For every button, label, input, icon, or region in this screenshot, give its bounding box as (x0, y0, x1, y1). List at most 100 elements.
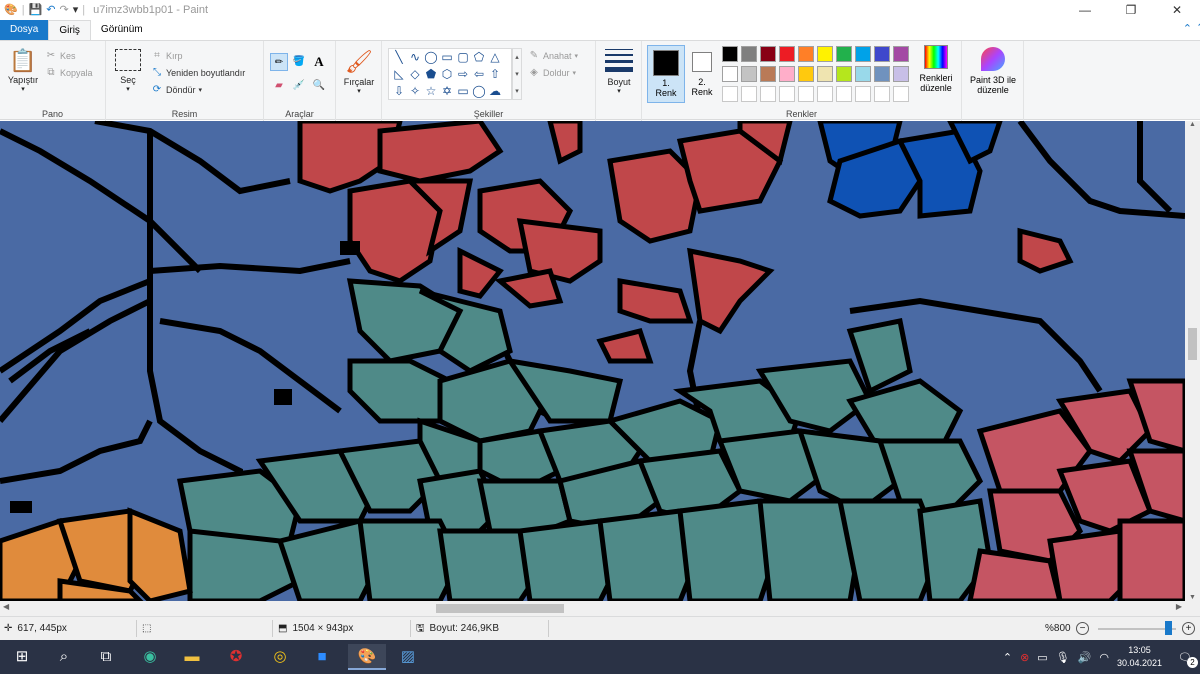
palette-color-swatch[interactable] (836, 46, 852, 62)
oval-shape-icon[interactable]: ◯ (423, 49, 439, 66)
search-icon[interactable]: ⌕ (50, 644, 78, 670)
palette-color-swatch[interactable] (741, 46, 757, 62)
color2-button[interactable]: 2. Renk (687, 45, 717, 103)
microphone-icon[interactable]: 🎙 (1056, 651, 1070, 664)
tab-home[interactable]: Giriş (48, 20, 91, 40)
custom-color-slot[interactable] (836, 86, 852, 102)
drawing-canvas[interactable] (0, 121, 1185, 601)
palette-color-swatch[interactable] (779, 66, 795, 82)
size-button[interactable]: Boyut ▾ (602, 49, 636, 95)
chrome-icon[interactable]: ◎ (266, 644, 294, 670)
scroll-up-icon[interactable]: ▲ (1185, 121, 1200, 128)
show-hidden-icons-chevron-icon[interactable]: ⌃ (1003, 651, 1012, 664)
fill-button[interactable]: ◈ Doldur ▾ (528, 64, 578, 81)
palette-color-swatch[interactable] (893, 46, 909, 62)
diamond-shape-icon[interactable]: ◇ (407, 66, 423, 83)
pencil-icon[interactable]: ✏ (270, 53, 288, 71)
paint-app-icon[interactable]: 🎨 (4, 3, 18, 17)
edge-browser-icon[interactable]: ◉ (136, 644, 164, 670)
save-icon[interactable]: 💾 (29, 3, 43, 17)
palette-color-swatch[interactable] (760, 66, 776, 82)
start-windows-icon[interactable]: ⊞ (8, 644, 36, 670)
antivirus-icon[interactable]: ⊗ (1020, 651, 1029, 664)
custom-color-slot[interactable] (760, 86, 776, 102)
scroll-left-icon[interactable]: ◀ (3, 602, 9, 611)
rounded-rectangle-shape-icon[interactable]: ▢ (455, 49, 471, 66)
collapse-ribbon-icon[interactable]: ⌃ (1183, 22, 1192, 35)
paste-button[interactable]: 📋 Yapıştır ▾ (4, 47, 42, 93)
edit-colors-button[interactable]: Renkleri düzenle (914, 45, 958, 93)
palette-color-swatch[interactable] (779, 46, 795, 62)
file-explorer-icon[interactable]: ▬ (178, 644, 206, 670)
edit-with-paint3d-button[interactable]: Paint 3D ile düzenle (964, 47, 1022, 95)
fill-bucket-icon[interactable]: 🪣 (290, 53, 308, 71)
custom-color-slot[interactable] (798, 86, 814, 102)
zoom-app-icon[interactable]: ■ (308, 644, 336, 670)
palette-color-swatch[interactable] (836, 66, 852, 82)
brushes-button[interactable]: 🖌 Fırçalar ▾ (340, 47, 378, 95)
color1-button[interactable]: 1. Renk (647, 45, 685, 103)
game-app-icon[interactable]: ✪ (222, 644, 250, 670)
custom-color-slot[interactable] (817, 86, 833, 102)
palette-color-swatch[interactable] (855, 66, 871, 82)
select-button[interactable]: Seç ▾ (112, 49, 144, 93)
palette-color-swatch[interactable] (722, 46, 738, 62)
customize-quick-access-icon[interactable]: ▾ (73, 3, 79, 17)
palette-color-swatch[interactable] (741, 66, 757, 82)
palette-color-swatch[interactable] (893, 66, 909, 82)
text-icon[interactable]: A (310, 53, 328, 71)
custom-color-slot[interactable] (722, 86, 738, 102)
eraser-icon[interactable]: ▰ (270, 77, 288, 95)
polygon-shape-icon[interactable]: ⬠ (471, 49, 487, 66)
photos-app-icon[interactable]: ▨ (394, 644, 422, 670)
magnifier-icon[interactable]: 🔍 (310, 77, 328, 95)
copy-button[interactable]: ⧉ Kopyala (45, 64, 92, 81)
palette-color-swatch[interactable] (798, 66, 814, 82)
cut-button[interactable]: ✂ Kes (45, 47, 93, 64)
rectangle-shape-icon[interactable]: ▭ (439, 49, 455, 66)
right-arrow-shape-icon[interactable]: ⇨ (455, 66, 471, 83)
close-button[interactable]: ✕ (1154, 0, 1200, 20)
palette-color-swatch[interactable] (817, 66, 833, 82)
custom-color-slot[interactable] (741, 86, 757, 102)
outline-button[interactable]: ✎ Anahat ▾ (528, 47, 578, 64)
palette-color-swatch[interactable] (798, 46, 814, 62)
scroll-down-icon[interactable]: ▼ (1185, 594, 1200, 601)
custom-color-slot[interactable] (855, 86, 871, 102)
rotate-button[interactable]: ⟳ Döndür ▾ (151, 81, 245, 98)
triangle-shape-icon[interactable]: △ (487, 49, 503, 66)
four-point-star-shape-icon[interactable]: ✧ (407, 83, 423, 100)
zoom-out-icon[interactable]: − (1076, 622, 1089, 635)
battery-icon[interactable]: ▭ (1037, 651, 1047, 664)
pixel-map-image[interactable] (0, 121, 1185, 601)
palette-color-swatch[interactable] (874, 66, 890, 82)
up-arrow-shape-icon[interactable]: ⇧ (487, 66, 503, 83)
palette-color-swatch[interactable] (817, 46, 833, 62)
volume-icon[interactable]: 🔊 (1078, 651, 1092, 664)
tab-view[interactable]: Görünüm (91, 20, 153, 40)
left-arrow-shape-icon[interactable]: ⇦ (471, 66, 487, 83)
palette-color-swatch[interactable] (874, 46, 890, 62)
custom-color-slot[interactable] (779, 86, 795, 102)
scroll-right-icon[interactable]: ▶ (1176, 602, 1182, 611)
palette-color-swatch[interactable] (855, 46, 871, 62)
palette-color-swatch[interactable] (760, 46, 776, 62)
zoom-in-icon[interactable]: + (1182, 622, 1195, 635)
five-point-star-shape-icon[interactable]: ☆ (423, 83, 439, 100)
resize-button[interactable]: ⤡ Yeniden boyutlandır (151, 64, 245, 81)
clock[interactable]: 13:05 30.04.2021 (1117, 644, 1162, 670)
task-view-icon[interactable]: ⧉ (92, 644, 120, 670)
color-picker-icon[interactable]: 💉 (290, 77, 308, 95)
custom-color-slot[interactable] (893, 86, 909, 102)
down-arrow-shape-icon[interactable]: ⇩ (391, 83, 407, 100)
vertical-scrollbar[interactable]: ▲ ▼ (1185, 121, 1200, 601)
horizontal-scrollbar[interactable]: ◀ ▶ (0, 601, 1185, 616)
undo-icon[interactable]: ↶ (46, 3, 55, 17)
right-triangle-shape-icon[interactable]: ◺ (391, 66, 407, 83)
palette-color-swatch[interactable] (722, 66, 738, 82)
callout-rect-shape-icon[interactable]: ▭ (455, 83, 471, 100)
horizontal-scroll-thumb[interactable] (436, 604, 564, 613)
notification-center-icon[interactable]: 🗨 2 (1178, 651, 1198, 668)
curve-shape-icon[interactable]: ∿ (407, 49, 423, 66)
paint-taskbar-icon[interactable]: 🎨 (348, 644, 386, 670)
